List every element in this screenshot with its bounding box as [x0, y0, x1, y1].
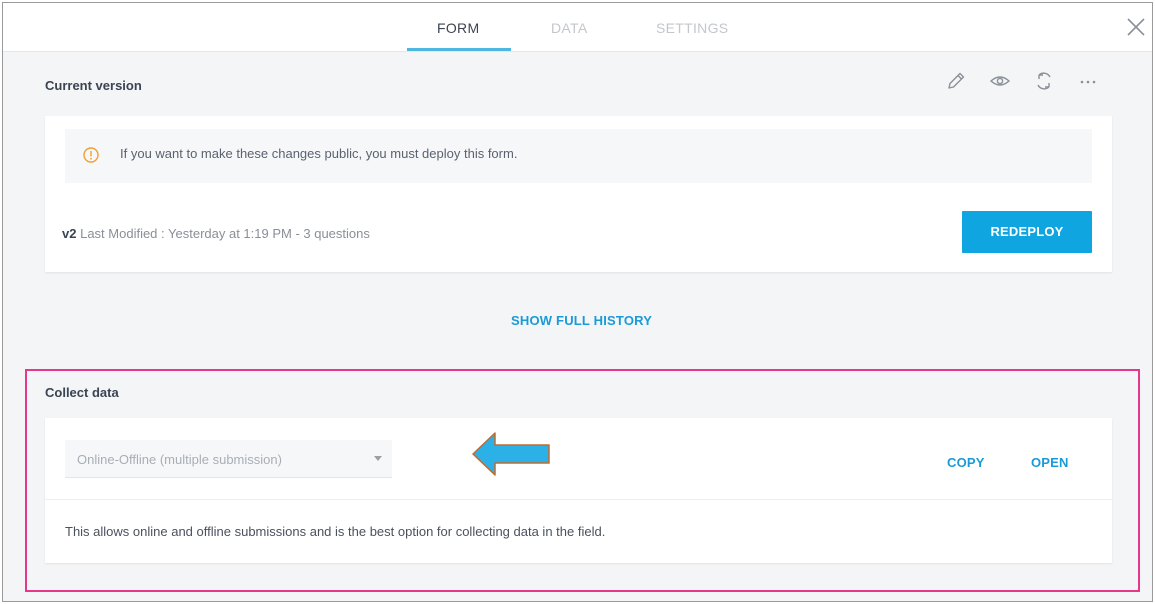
form-modal: FORM DATA SETTINGS Current version If yo… [2, 2, 1153, 602]
close-icon[interactable] [1122, 13, 1150, 41]
deploy-notice: If you want to make these changes public… [65, 129, 1092, 183]
more-icon[interactable] [1076, 69, 1100, 93]
tab-bar: FORM DATA SETTINGS [3, 3, 1152, 52]
tab-form[interactable]: FORM [437, 3, 479, 52]
version-info: v2 Last Modified : Yesterday at 1:19 PM … [62, 226, 370, 241]
notice-text: If you want to make these changes public… [120, 146, 518, 161]
redeploy-button[interactable]: REDEPLOY [962, 211, 1092, 253]
warning-icon [82, 146, 100, 169]
refresh-icon[interactable] [1032, 69, 1056, 93]
highlight-box [25, 369, 1140, 592]
active-tab-indicator [407, 48, 511, 51]
tab-data[interactable]: DATA [551, 3, 587, 52]
version-tag: v2 [62, 226, 77, 241]
pencil-icon[interactable] [944, 69, 968, 93]
show-full-history-link[interactable]: SHOW FULL HISTORY [511, 313, 652, 328]
section-title-current-version: Current version [45, 78, 142, 93]
eye-icon[interactable] [988, 69, 1012, 93]
tab-settings[interactable]: SETTINGS [656, 3, 728, 52]
version-details: Last Modified : Yesterday at 1:19 PM - 3… [80, 226, 370, 241]
current-version-card: If you want to make these changes public… [45, 116, 1112, 272]
